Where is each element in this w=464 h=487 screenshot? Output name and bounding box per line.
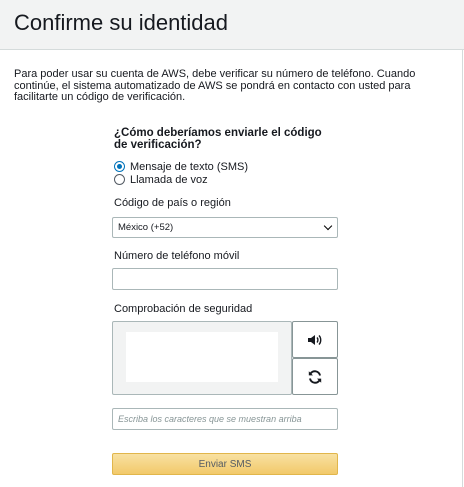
radio-sms[interactable]: Mensaje de texto (SMS) — [114, 160, 248, 173]
captcha-audio-button[interactable] — [292, 321, 338, 358]
send-sms-button[interactable]: Enviar SMS — [112, 453, 338, 475]
radio-voice-button[interactable] — [114, 174, 125, 185]
captcha-refresh-button[interactable] — [292, 358, 338, 395]
country-select-value: México (+52) — [118, 222, 174, 233]
radio-sms-button[interactable] — [114, 161, 125, 172]
phone-input[interactable] — [112, 268, 338, 290]
refresh-icon — [308, 369, 322, 384]
speaker-icon — [308, 334, 322, 345]
captcha-image — [126, 332, 278, 382]
phone-label: Número de teléfono móvil — [114, 250, 240, 262]
captcha-input[interactable] — [112, 408, 338, 430]
captcha-image-box — [112, 321, 292, 395]
chevron-down-icon — [323, 221, 333, 231]
page-header: Confirme su identidad — [0, 0, 464, 50]
radio-sms-label: Mensaje de texto (SMS) — [130, 160, 248, 173]
page-title: Confirme su identidad — [14, 10, 229, 35]
country-label: Código de país o región — [114, 197, 231, 209]
radio-voice[interactable]: Llamada de voz — [114, 173, 208, 186]
captcha-label: Comprobación de seguridad — [114, 303, 253, 315]
intro-text: Para poder usar su cuenta de AWS, debe v… — [14, 68, 416, 103]
country-select[interactable]: México (+52) — [112, 217, 338, 238]
radio-voice-label: Llamada de voz — [130, 173, 208, 186]
method-question: ¿Cómo deberíamos enviarle el código de v… — [114, 127, 322, 151]
